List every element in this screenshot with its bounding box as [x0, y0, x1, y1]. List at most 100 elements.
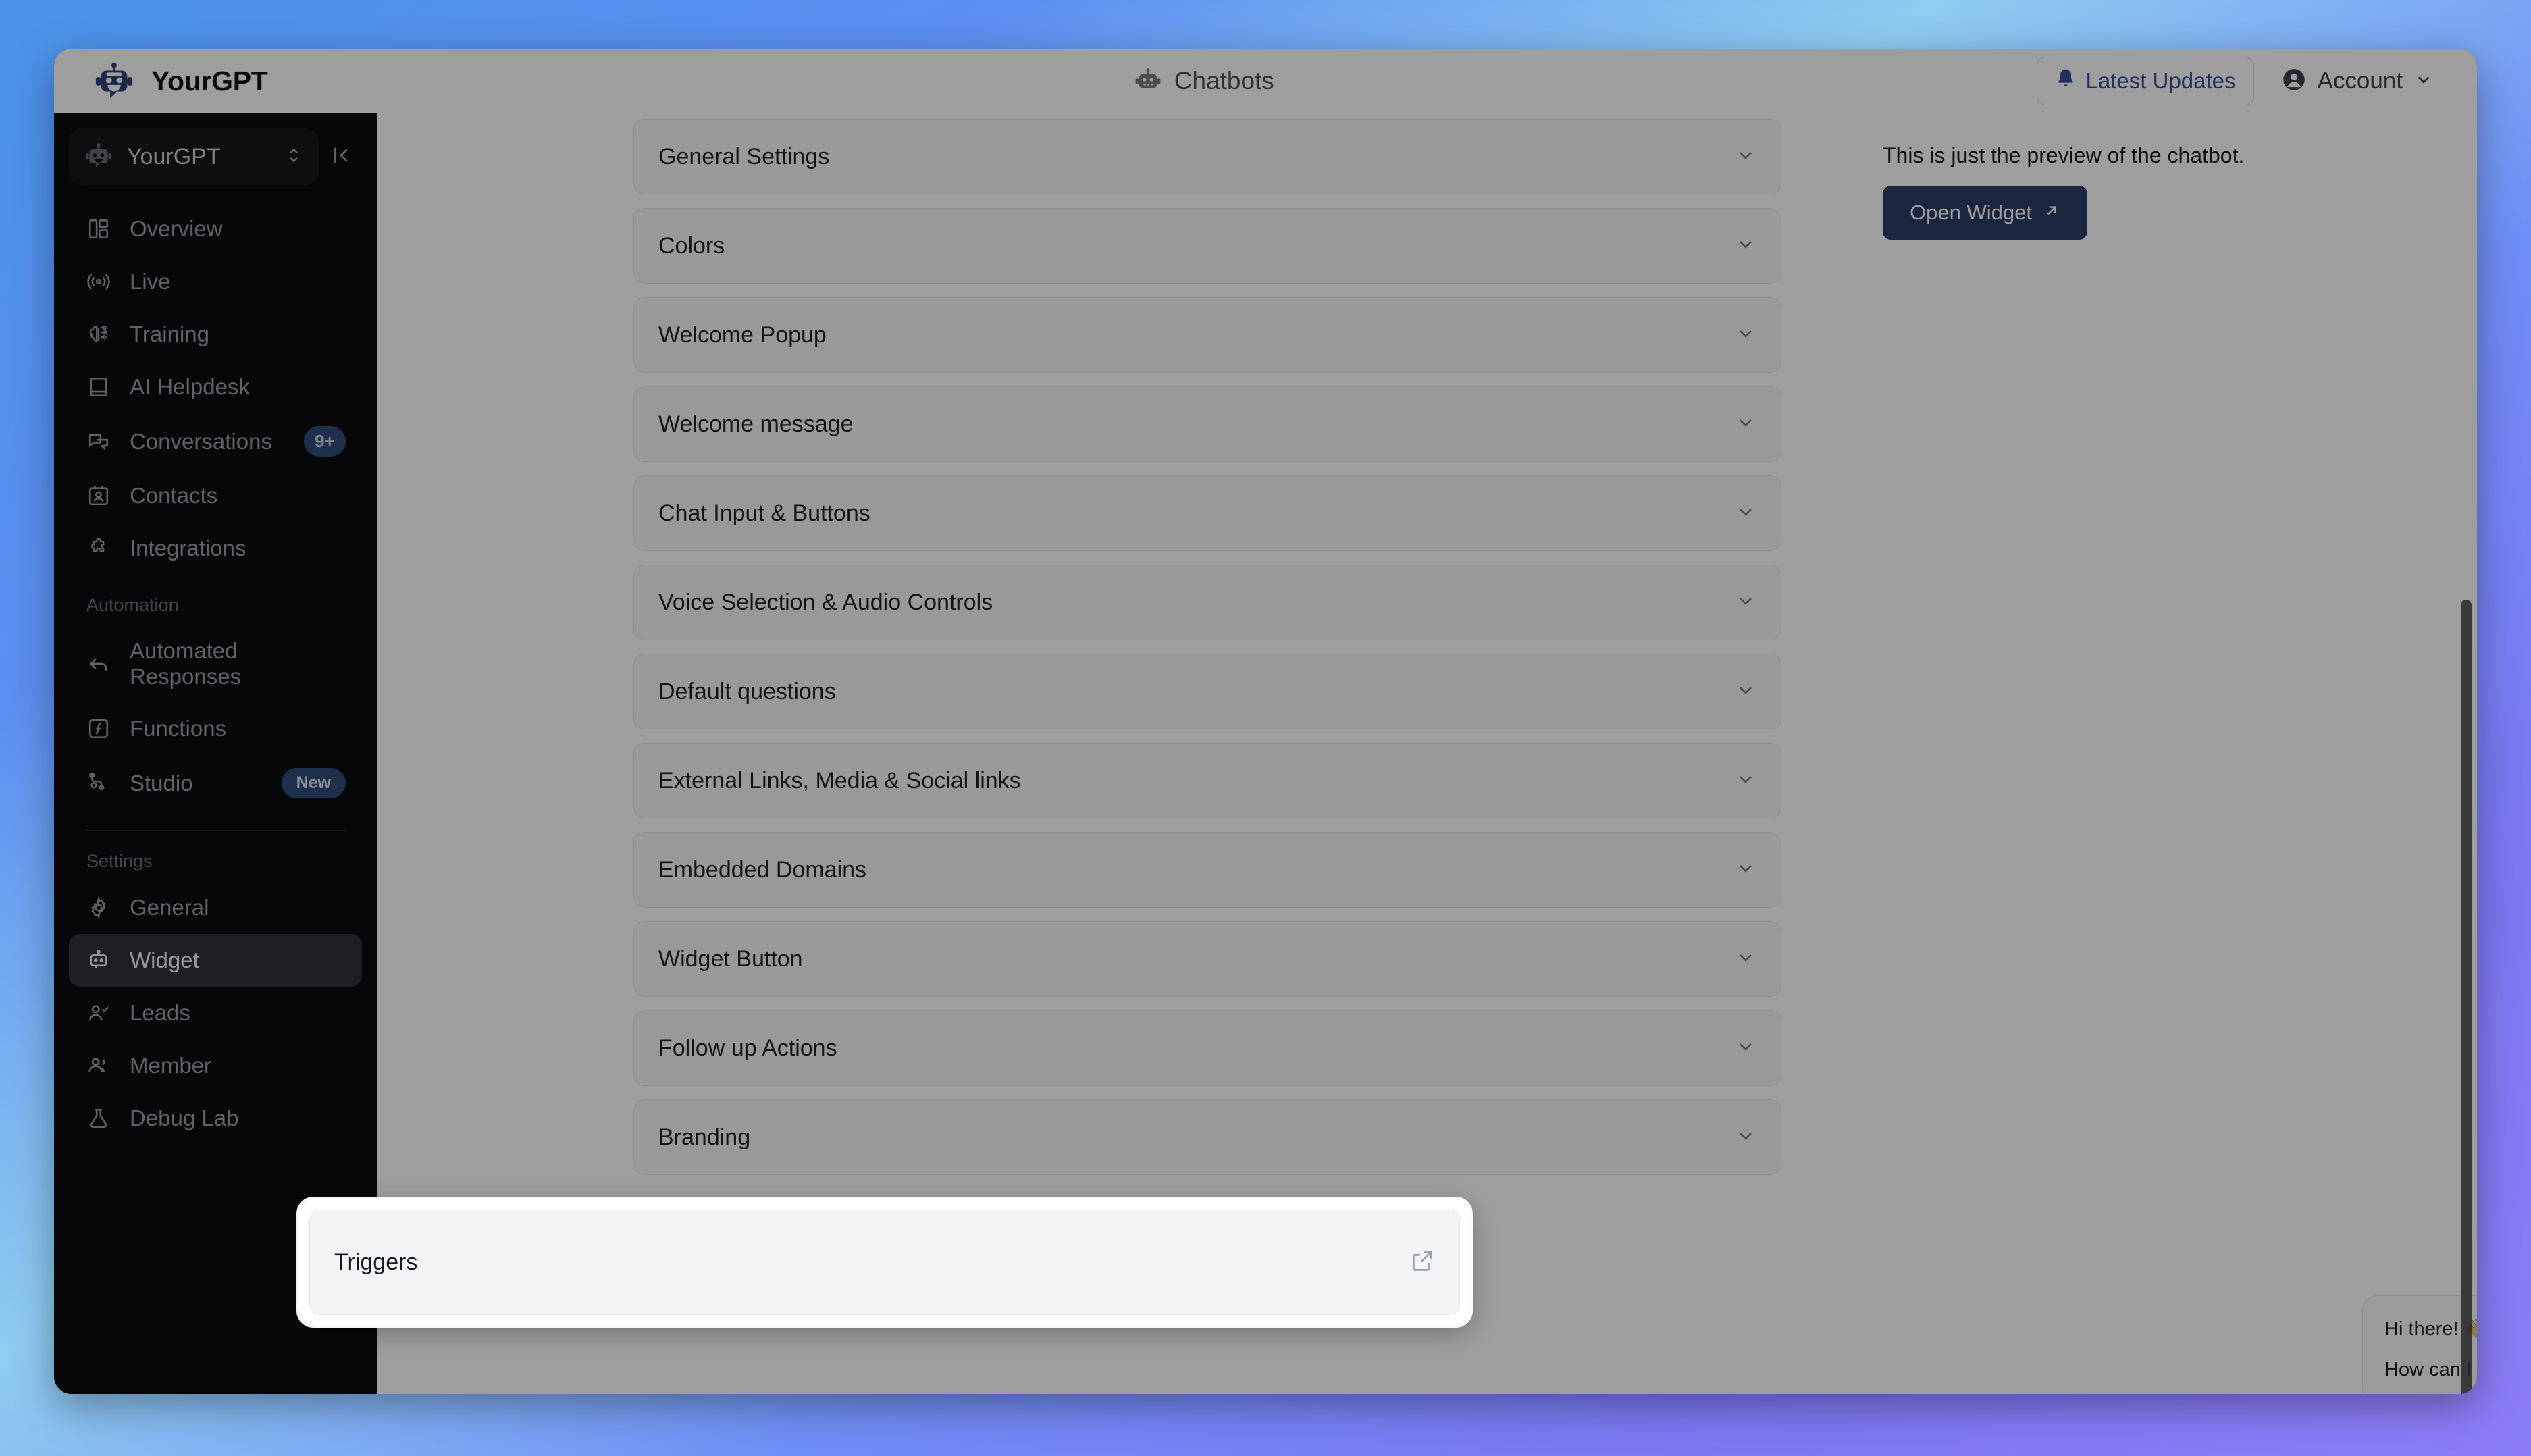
sidebar-item-conversations[interactable]: Conversations 9+	[69, 413, 362, 469]
latest-updates-button[interactable]: Latest Updates	[2036, 57, 2254, 105]
top-bar-actions: Latest Updates Account	[2036, 57, 2477, 105]
workspace-selector[interactable]: YourGPT	[69, 128, 319, 185]
chevron-down-icon	[1735, 412, 1756, 437]
preview-note: This is just the preview of the chatbot.	[1883, 143, 2245, 167]
account-label: Account	[2317, 68, 2403, 94]
contact-card-icon	[85, 482, 112, 509]
accordion-widget-button[interactable]: Widget Button	[633, 921, 1781, 997]
chevron-down-icon	[1735, 590, 1756, 615]
sidebar-item-automated-responses[interactable]: Automated Responses	[69, 625, 362, 702]
sidebar-item-label: Studio	[130, 770, 193, 796]
accordion-default-questions[interactable]: Default questions	[633, 654, 1781, 729]
accordion-voice-selection-audio-controls[interactable]: Voice Selection & Audio Controls	[633, 565, 1781, 640]
chevron-down-icon	[1735, 1125, 1756, 1150]
sidebar-item-label: Training	[130, 321, 209, 346]
accordion-welcome-popup[interactable]: Welcome Popup	[633, 297, 1781, 373]
sidebar-item-training[interactable]: Training	[69, 308, 362, 361]
chevron-up-down-icon	[284, 145, 304, 169]
accordion-label: External Links, Media & Social links	[658, 767, 1021, 794]
account-menu[interactable]: Account	[2281, 67, 2434, 96]
section-label-settings: Settings	[86, 851, 153, 871]
vertical-scrollbar[interactable]	[2461, 600, 2472, 1394]
workspace-row: YourGPT	[54, 128, 377, 185]
sidebar-item-label: Overview	[130, 216, 223, 241]
chevron-down-icon	[1735, 323, 1756, 348]
accordion-label: General Settings	[658, 143, 830, 170]
accordion-branding[interactable]: Branding	[633, 1099, 1781, 1175]
gear-icon	[85, 894, 112, 921]
robot-icon	[1134, 67, 1162, 95]
sidebar-item-label: Live	[130, 269, 171, 294]
sidebar-item-label: Integrations	[130, 536, 246, 561]
external-link-icon[interactable]	[1409, 1248, 1435, 1277]
sidebar-item-label: Leads	[130, 1000, 190, 1025]
sidebar-item-studio[interactable]: Studio New	[69, 755, 362, 811]
sidebar-item-general[interactable]: General	[69, 881, 362, 934]
reply-arrow-icon	[85, 650, 112, 677]
chevron-down-icon	[2413, 70, 2434, 93]
sidebar-item-integrations[interactable]: Integrations	[69, 522, 362, 575]
page-title: Chatbots	[1174, 67, 1274, 95]
sidebar-divider	[85, 830, 346, 831]
sidebar-item-live[interactable]: Live	[69, 255, 362, 308]
accordion-embedded-domains[interactable]: Embedded Domains	[633, 832, 1781, 908]
accordion-label: Embedded Domains	[658, 856, 867, 883]
sidebar-item-label: Functions	[130, 716, 227, 741]
users-icon	[85, 1052, 112, 1079]
chevron-down-icon	[1735, 858, 1756, 883]
user-circle-icon	[2281, 67, 2307, 96]
triggers-highlight-ring: Triggers	[298, 1199, 1471, 1326]
brand-name: YourGPT	[151, 65, 268, 97]
accordion-label: Default questions	[658, 678, 836, 704]
message-square-icon	[85, 428, 112, 455]
accordion-triggers[interactable]: Triggers	[309, 1210, 1460, 1315]
sidebar-item-label: AI Helpdesk	[130, 374, 250, 399]
accordion-follow-up-actions[interactable]: Follow up Actions	[633, 1010, 1781, 1086]
flask-icon	[85, 1105, 112, 1132]
workflow-nodes-icon	[85, 770, 112, 797]
sidebar-item-label: Widget	[130, 947, 199, 972]
accordion-colors[interactable]: Colors	[633, 208, 1781, 284]
sidebar-item-label: Automated Responses	[130, 638, 242, 689]
chevron-down-icon	[1735, 1036, 1756, 1061]
sidebar-item-overview[interactable]: Overview	[69, 203, 362, 255]
sidebar-item-label: Conversations	[130, 428, 272, 454]
workspace-name: YourGPT	[127, 143, 221, 170]
arrow-up-right-icon	[2043, 201, 2060, 225]
chevron-down-icon	[1735, 769, 1756, 794]
primary-nav: Overview Live Training AI Helpdesk Conve…	[54, 203, 377, 1145]
sidebar-item-leads[interactable]: Leads	[69, 987, 362, 1039]
accordion-label: Widget Button	[658, 945, 803, 972]
chat-greeting-bubble: Hi there! 👋 How can I help you today?	[2362, 1295, 2477, 1394]
chevron-down-icon	[1735, 679, 1756, 704]
chevron-down-icon	[1735, 947, 1756, 972]
sidebar-item-label: Member	[130, 1053, 212, 1078]
accordion-welcome-message[interactable]: Welcome message	[633, 386, 1781, 462]
collapse-panel-icon[interactable]	[323, 134, 359, 180]
robot-icon	[84, 142, 113, 172]
sidebar-item-label: Debug Lab	[130, 1106, 239, 1130]
brain-circuit-icon	[85, 321, 112, 348]
layout-dashboard-icon	[85, 215, 112, 242]
sidebar-item-label: Contacts	[130, 483, 218, 508]
sidebar-item-functions[interactable]: Functions	[69, 702, 362, 755]
accordion-label: Follow up Actions	[658, 1035, 837, 1061]
brand: YourGPT	[54, 60, 371, 102]
accordion-general-settings[interactable]: General Settings	[633, 119, 1781, 194]
user-check-icon	[85, 999, 112, 1026]
accordion-label: Branding	[658, 1124, 751, 1150]
robot-logo-icon	[93, 60, 135, 102]
sidebar-item-widget[interactable]: Widget	[69, 934, 362, 987]
open-widget-button[interactable]: Open Widget	[1883, 186, 2087, 240]
chevron-down-icon	[1735, 501, 1756, 526]
accordion-label: Triggers	[334, 1249, 418, 1275]
sidebar-item-contacts[interactable]: Contacts	[69, 469, 362, 522]
sidebar-item-ai-helpdesk[interactable]: AI Helpdesk	[69, 361, 362, 413]
sidebar-item-member[interactable]: Member	[69, 1039, 362, 1092]
open-widget-label: Open Widget	[1910, 201, 2032, 224]
accordion-chat-input-buttons[interactable]: Chat Input & Buttons	[633, 475, 1781, 551]
broadcast-icon	[85, 268, 112, 295]
sidebar-item-debug-lab[interactable]: Debug Lab	[69, 1092, 362, 1145]
bell-icon	[2055, 68, 2077, 95]
accordion-external-links-media-social[interactable]: External Links, Media & Social links	[633, 743, 1781, 818]
